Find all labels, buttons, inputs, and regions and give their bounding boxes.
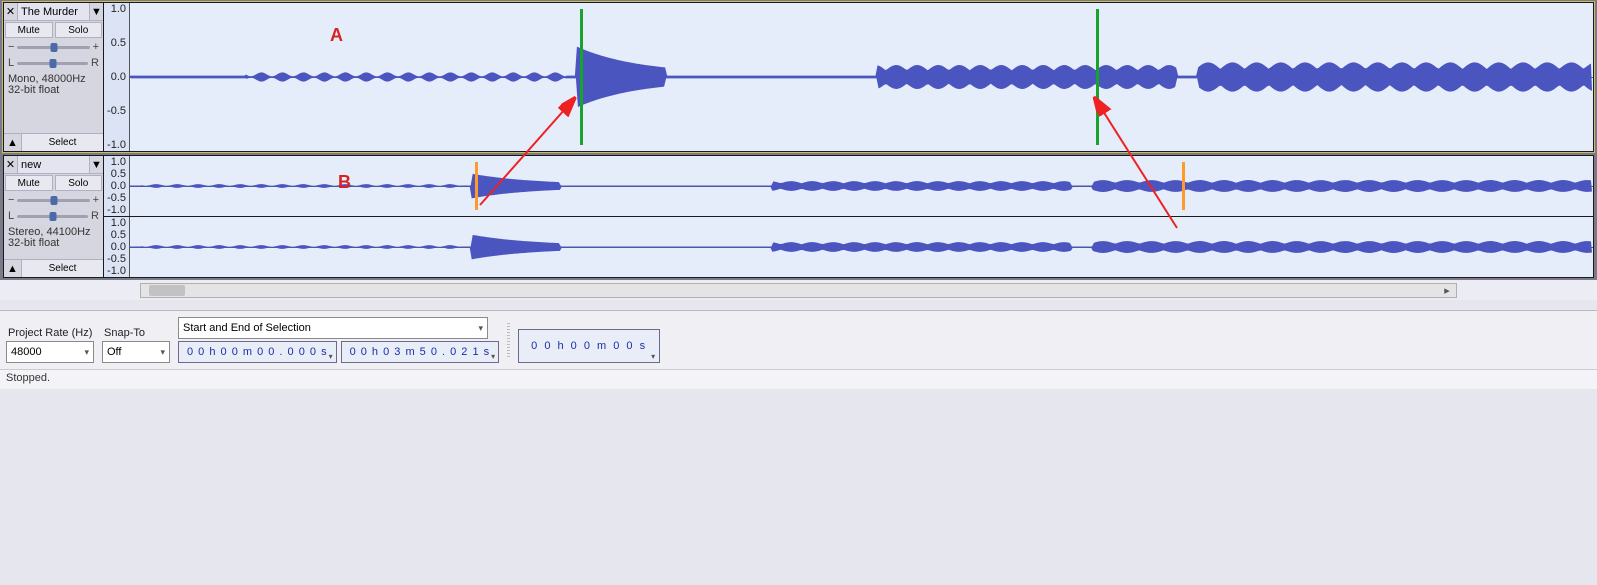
selection-toolbar: Project Rate (Hz) 48000 Snap-To Off Star… xyxy=(0,310,1597,369)
gain-slider[interactable]: − + xyxy=(4,192,103,208)
toolbar-divider xyxy=(507,323,510,357)
track-menu-chevron-icon[interactable]: ▼ xyxy=(89,3,103,20)
track-1: ✕ The Murder ▼ Mute Solo − + L R Mono, 4… xyxy=(3,2,1594,152)
waveform-canvas-2-left[interactable]: B xyxy=(130,156,1593,216)
audio-position-field[interactable]: 0 0 h 0 0 m 0 0 s▾ xyxy=(518,329,660,363)
scroll-right-arrow-icon[interactable]: ▸ xyxy=(1440,285,1454,296)
close-track-icon[interactable]: ✕ xyxy=(4,3,18,20)
track-2: ✕ new ▼ Mute Solo − + L R Stereo, 44100H… xyxy=(3,155,1594,278)
select-track-button[interactable]: Select xyxy=(22,134,103,151)
pan-slider[interactable]: L R xyxy=(4,55,103,71)
mute-button[interactable]: Mute xyxy=(5,22,53,38)
marker-green-1 xyxy=(580,9,583,145)
waveform-svg xyxy=(130,217,1593,277)
gain-max-label: + xyxy=(93,194,99,206)
gain-min-label: − xyxy=(8,41,14,53)
close-track-icon[interactable]: ✕ xyxy=(4,156,18,173)
amplitude-ruler: 1.0 0.5 0.0 -0.5 -1.0 xyxy=(104,3,130,151)
waveform-view-2-left[interactable]: 1.0 0.5 0.0 -0.5 -1.0 B xyxy=(104,156,1593,217)
snap-to-select[interactable]: Off xyxy=(102,341,170,363)
selection-end-field[interactable]: 0 0 h 0 3 m 5 0 . 0 2 1 s▾ xyxy=(341,341,500,363)
project-rate-label: Project Rate (Hz) xyxy=(6,327,94,339)
amplitude-ruler: 1.0 0.5 0.0 -0.5 -1.0 xyxy=(104,156,130,216)
marker-green-2 xyxy=(1096,9,1099,145)
project-rate-select[interactable]: 48000 xyxy=(6,341,94,363)
track-title[interactable]: new xyxy=(18,156,89,173)
annotation-letter-a: A xyxy=(330,25,343,46)
snap-to-label: Snap-To xyxy=(102,327,170,339)
annotation-letter-b: B xyxy=(338,172,351,193)
track-format-info: Mono, 48000Hz 32-bit float xyxy=(4,71,103,99)
track-format-info: Stereo, 44100Hz 32-bit float xyxy=(4,224,103,252)
chevron-down-icon[interactable]: ▾ xyxy=(491,352,496,361)
track-control-panel-1: ✕ The Murder ▼ Mute Solo − + L R Mono, 4… xyxy=(4,3,104,151)
marker-orange-1 xyxy=(475,162,478,210)
waveform-view-1[interactable]: 1.0 0.5 0.0 -0.5 -1.0 A xyxy=(104,3,1593,151)
gain-min-label: − xyxy=(8,194,14,206)
track-menu-chevron-icon[interactable]: ▼ xyxy=(89,156,103,173)
tracks-area: ✕ The Murder ▼ Mute Solo − + L R Mono, 4… xyxy=(0,0,1597,280)
collapse-track-chevron-icon[interactable]: ▲ xyxy=(4,260,22,277)
waveform-view-2-right[interactable]: 1.0 0.5 0.0 -0.5 -1.0 xyxy=(104,217,1593,277)
select-track-button[interactable]: Select xyxy=(22,260,103,277)
collapse-track-chevron-icon[interactable]: ▲ xyxy=(4,134,22,151)
solo-button[interactable]: Solo xyxy=(55,22,103,38)
amplitude-ruler: 1.0 0.5 0.0 -0.5 -1.0 xyxy=(104,217,130,277)
waveform-svg xyxy=(130,3,1593,151)
waveform-canvas-1[interactable]: A xyxy=(130,3,1593,151)
status-bar: Stopped. xyxy=(0,369,1597,389)
pan-right-label: R xyxy=(91,210,99,222)
scrollbar-thumb[interactable] xyxy=(149,285,185,296)
pan-left-label: L xyxy=(8,57,14,69)
gain-max-label: + xyxy=(93,41,99,53)
waveform-canvas-2-right[interactable] xyxy=(130,217,1593,277)
horizontal-scrollbar[interactable]: ▸ xyxy=(0,280,1597,300)
chevron-down-icon[interactable]: ▾ xyxy=(651,352,657,361)
marker-orange-2 xyxy=(1182,162,1185,210)
pan-left-label: L xyxy=(8,210,14,222)
pan-slider[interactable]: L R xyxy=(4,208,103,224)
gain-slider[interactable]: − + xyxy=(4,39,103,55)
chevron-down-icon[interactable]: ▾ xyxy=(329,352,334,361)
pan-right-label: R xyxy=(91,57,99,69)
selection-start-field[interactable]: 0 0 h 0 0 m 0 0 . 0 0 0 s▾ xyxy=(178,341,337,363)
status-text: Stopped. xyxy=(6,372,50,384)
selection-mode-select[interactable]: Start and End of Selection xyxy=(178,317,488,339)
solo-button[interactable]: Solo xyxy=(55,175,103,191)
mute-button[interactable]: Mute xyxy=(5,175,53,191)
track-control-panel-2: ✕ new ▼ Mute Solo − + L R Stereo, 44100H… xyxy=(4,156,104,277)
track-title[interactable]: The Murder xyxy=(18,3,89,20)
